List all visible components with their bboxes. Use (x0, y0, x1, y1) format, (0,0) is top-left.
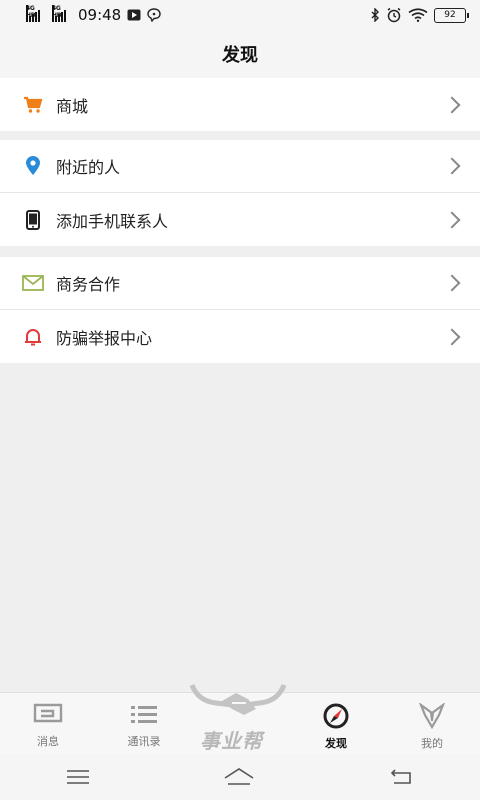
contacts-list-icon (131, 706, 157, 723)
tab-label: 发现 (325, 737, 347, 750)
back-icon[interactable] (388, 767, 414, 787)
battery-indicator: 92 (434, 7, 469, 23)
status-time: 09:48 (78, 6, 122, 24)
tab-contacts[interactable]: 通讯录 (96, 693, 192, 755)
tab-label: 消息 (37, 735, 59, 748)
menu-item-nearby-people[interactable]: 附近的人 (0, 140, 480, 193)
chevron-right-icon (443, 274, 461, 292)
page-title: 发现 (0, 30, 480, 78)
tab-profile[interactable]: 我的 (384, 693, 480, 755)
tab-messages[interactable]: 消息 (0, 693, 96, 755)
chevron-right-icon (443, 211, 461, 228)
envelope-icon (22, 272, 44, 294)
cellular-signal-icon: 4G HD (26, 5, 40, 22)
tab-home-logo[interactable]: 事业帮 (189, 684, 288, 755)
logo-icon (189, 684, 287, 715)
menu-item-label: 商务合作 (56, 275, 121, 294)
menu-group-business: 商务合作 防骗举报中心 (0, 257, 480, 363)
message-icon (33, 703, 63, 723)
menu-group-shop: 商城 (0, 78, 480, 131)
menu-item-label: 添加手机联系人 (56, 211, 169, 231)
menu-item-fraud-report-center[interactable]: 防骗举报中心 (0, 310, 480, 363)
menu-item-label: 防骗举报中心 (56, 328, 153, 348)
menu-item-label: 商城 (56, 96, 89, 116)
chat-app-icon (147, 8, 161, 22)
home-icon[interactable] (223, 767, 255, 787)
menu-item-business-cooperation[interactable]: 商务合作 (0, 257, 480, 310)
bell-icon (22, 326, 44, 348)
menu-item-add-phone-contacts[interactable]: 添加手机联系人 (0, 193, 480, 246)
alarm-icon (387, 7, 401, 23)
location-pin-icon (22, 155, 44, 177)
tab-label: 通讯录 (127, 735, 161, 748)
cellular-signal-icon-2: 4G HD (52, 5, 66, 22)
menu-item-label: 附近的人 (56, 158, 121, 177)
menu-icon[interactable] (66, 769, 90, 785)
bluetooth-icon (371, 8, 379, 22)
chevron-right-icon (443, 328, 461, 345)
tab-label: 我的 (421, 737, 443, 750)
video-app-icon (127, 9, 141, 21)
system-nav-bar (0, 754, 480, 800)
chevron-right-icon (443, 96, 461, 113)
chevron-right-icon (443, 157, 461, 175)
cart-icon (22, 94, 44, 116)
phone-icon (22, 209, 44, 231)
status-bar: 4G HD 4G HD 09:48 92 (0, 0, 480, 30)
compass-icon (323, 703, 349, 729)
profile-icon (419, 703, 445, 729)
logo-text: 事业帮 (200, 729, 263, 753)
menu-item-mall[interactable]: 商城 (0, 78, 480, 131)
bottom-tab-bar: 消息 通讯录 事业帮 发现 我的 (0, 684, 480, 755)
menu-group-contacts: 附近的人 添加手机联系人 (0, 140, 480, 246)
wifi-icon (408, 8, 428, 22)
tab-discover[interactable]: 发现 (288, 693, 384, 755)
